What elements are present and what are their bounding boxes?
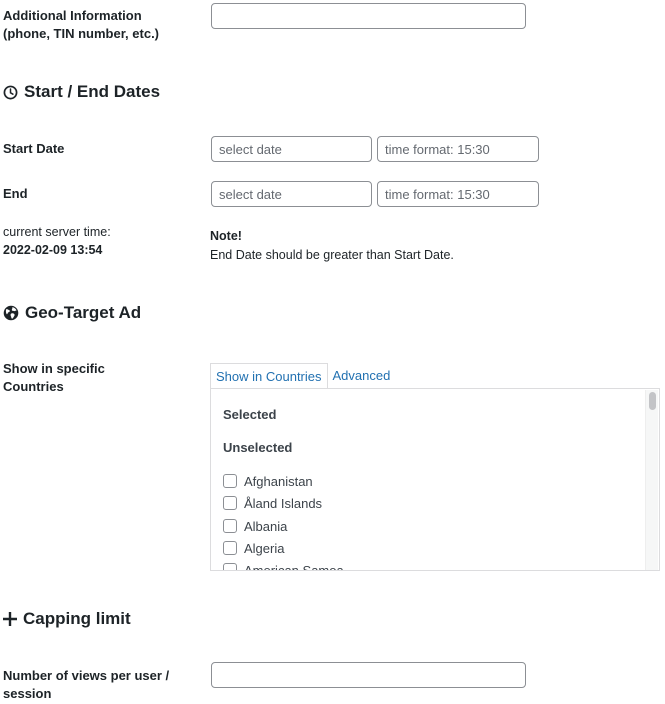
start-time-input[interactable] <box>377 136 539 162</box>
additional-info-label-line1: Additional Information <box>3 8 142 23</box>
note-text: End Date should be greater than Start Da… <box>210 248 454 262</box>
views-per-user-label: Number of views per user / session <box>3 667 169 703</box>
views-per-user-label-line1: Number of views per user / <box>3 668 170 683</box>
countries-label-line1: Show in specific <box>3 361 105 376</box>
tab-advanced[interactable]: Advanced <box>328 363 396 389</box>
country-name: Åland Islands <box>244 495 323 511</box>
countries-label: Show in specific Countries <box>3 360 105 396</box>
country-item[interactable]: Afghanistan <box>223 472 313 490</box>
end-time-input[interactable] <box>377 181 539 207</box>
countries-label-line2: Countries <box>3 379 64 394</box>
server-time-value: 2022-02-09 13:54 <box>3 243 103 257</box>
checkbox[interactable] <box>223 496 237 510</box>
start-date-label: Start Date <box>3 141 65 156</box>
countries-scrollbar[interactable] <box>645 390 658 570</box>
checkbox[interactable] <box>223 519 237 533</box>
views-per-user-input[interactable] <box>211 662 526 688</box>
selected-heading: Selected <box>223 407 277 422</box>
additional-info-label-line2: (phone, TIN number, etc.) <box>3 26 160 41</box>
unselected-heading: Unselected <box>223 440 293 455</box>
checkbox[interactable] <box>223 474 237 488</box>
country-name: American Samoa <box>244 562 344 571</box>
start-end-dates-heading: Start / End Dates <box>3 81 160 103</box>
additional-info-label: Additional Information (phone, TIN numbe… <box>3 7 159 43</box>
globe-icon <box>3 305 19 321</box>
end-date-input[interactable] <box>211 181 372 207</box>
scrollbar-thumb[interactable] <box>649 392 656 410</box>
country-name: Afghanistan <box>244 473 313 489</box>
country-item[interactable]: Algeria <box>223 539 284 557</box>
views-per-user-label-line2: session <box>3 686 52 701</box>
server-time-label: current server time: <box>3 225 111 239</box>
country-name: Algeria <box>244 540 285 556</box>
plus-icon <box>3 612 17 626</box>
note-title: Note! <box>210 229 242 243</box>
country-item[interactable]: Åland Islands <box>223 494 322 512</box>
capping-limit-title: Capping limit <box>23 609 131 628</box>
additional-info-input[interactable] <box>211 3 526 29</box>
country-item[interactable]: Albania <box>223 517 287 535</box>
capping-limit-heading: Capping limit <box>3 608 131 630</box>
geo-target-title: Geo-Target Ad <box>25 303 142 322</box>
countries-panel: Selected Unselected Afghanistan Åland Is… <box>210 388 660 571</box>
end-date-label: End <box>3 186 28 201</box>
checkbox[interactable] <box>223 541 237 555</box>
server-time: current server time: 2022-02-09 13:54 <box>3 223 111 259</box>
tab-show-in-countries[interactable]: Show in Countries <box>210 363 328 389</box>
start-date-input[interactable] <box>211 136 372 162</box>
date-note: Note! End Date should be greater than St… <box>210 227 454 264</box>
checkbox[interactable] <box>223 563 237 570</box>
country-tabs: Show in Countries Advanced <box>210 363 395 389</box>
geo-target-heading: Geo-Target Ad <box>3 302 141 324</box>
start-end-dates-title: Start / End Dates <box>24 82 161 101</box>
country-name: Albania <box>244 518 288 534</box>
clock-icon <box>3 85 18 100</box>
country-item[interactable]: American Samoa <box>223 561 344 571</box>
